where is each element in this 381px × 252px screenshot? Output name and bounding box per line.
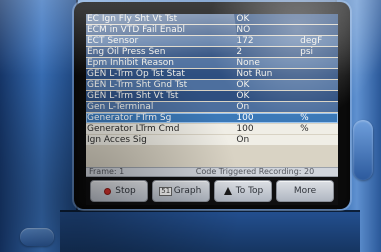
status-bar: Frame: 1 Code Triggered Recording: 20 — [86, 167, 338, 177]
parameter-name: EC Ign Fly Sht Vt Tst — [87, 14, 178, 24]
parameter-name: Eng Oil Press Sen — [87, 47, 166, 57]
screen-frame: EC Ign Fly Sht Vt Tst OK ECM in VTD Fail… — [74, 2, 350, 209]
parameter-name: Generator FTrm Sg — [87, 113, 172, 123]
parameter-unit: psi — [300, 47, 314, 57]
recording-status: Code Triggered Recording: 20 — [195, 167, 315, 176]
parameter-name: GEN L-Trm Sht Vt Tst — [87, 91, 179, 101]
parameter-value: None — [236, 58, 260, 68]
parameter-value: Not Run — [236, 69, 273, 79]
parameter-row[interactable]: GEN L-Trm Sht Vt Tst OK — [86, 91, 338, 101]
parameter-value: OK — [236, 80, 250, 90]
scan-tool-photo: EC Ign Fly Sht Vt Tst OK ECM in VTD Fail… — [0, 0, 381, 252]
parameter-value: 2 — [236, 47, 243, 57]
parameter-name: Gen L-Terminal — [87, 102, 154, 112]
stop-button[interactable]: Stop — [90, 180, 148, 202]
stop-icon — [102, 186, 112, 196]
parameter-name: GEN L-Trm Sht Gnd Tst — [87, 80, 188, 90]
parameter-name: ECM in VTD Fail Enabl — [87, 25, 185, 35]
parameter-unit: degF — [300, 36, 323, 46]
parameter-list: EC Ign Fly Sht Vt Tst OK ECM in VTD Fail… — [86, 14, 338, 167]
parameter-row[interactable]: Epm Inhibit Reason None — [86, 58, 338, 68]
display-screen: EC Ign Fly Sht Vt Tst OK ECM in VTD Fail… — [86, 14, 338, 205]
parameter-row[interactable]: EC Ign Fly Sht Vt Tst OK — [86, 14, 338, 24]
more-label: More — [293, 186, 317, 196]
frame-indicator: Frame: 1 — [89, 167, 125, 176]
graph-label: Graph — [173, 186, 202, 196]
parameter-name: Generator LTrm Cmd — [87, 124, 180, 134]
up-arrow-icon — [223, 186, 233, 196]
softkey-bar: Stop 51 Graph To Top More — [86, 177, 338, 205]
parameter-value: 100 — [236, 124, 254, 134]
parameter-row-selected[interactable]: Generator FTrm Sg 100 % — [86, 113, 338, 123]
parameter-row[interactable]: GEN L-Trm Op Tst Stat Not Run — [86, 69, 338, 79]
parameter-value: OK — [236, 91, 250, 101]
parameter-value: NO — [236, 25, 251, 35]
stop-label: Stop — [115, 186, 136, 196]
to-top-button[interactable]: To Top — [214, 180, 272, 202]
more-button[interactable]: More — [276, 180, 334, 202]
parameter-name: ECT Sensor — [87, 36, 139, 46]
lower-left-control-button[interactable] — [20, 228, 54, 246]
parameter-name: Ign Acces Sig — [87, 135, 147, 145]
parameter-row[interactable]: GEN L-Trm Sht Gnd Tst OK — [86, 80, 338, 90]
side-control-button[interactable] — [353, 120, 373, 180]
parameter-row[interactable]: Ign Acces Sig On — [86, 135, 338, 145]
parameter-value: 100 — [236, 113, 254, 123]
to-top-label: To Top — [235, 186, 264, 196]
parameter-row[interactable]: Generator LTrm Cmd 100 % — [86, 124, 338, 134]
parameter-value: OK — [236, 14, 250, 24]
parameter-value: 172 — [236, 36, 254, 46]
parameter-row[interactable]: ECT Sensor 172 degF — [86, 36, 338, 46]
parameter-value: On — [236, 102, 250, 112]
parameter-name: GEN L-Trm Op Tst Stat — [87, 69, 185, 79]
parameter-value: On — [236, 135, 250, 145]
parameter-row[interactable]: ECM in VTD Fail Enabl NO — [86, 25, 338, 35]
parameter-unit: % — [300, 124, 309, 134]
parameter-row[interactable]: Gen L-Terminal On — [86, 102, 338, 112]
graph-button[interactable]: 51 Graph — [152, 180, 210, 202]
graph-icon: 51 — [159, 186, 173, 196]
parameter-row[interactable]: Eng Oil Press Sen 2 psi — [86, 47, 338, 57]
device-bottom-bezel — [60, 210, 360, 252]
parameter-name: Epm Inhibit Reason — [87, 58, 174, 68]
parameter-unit: % — [300, 113, 309, 123]
